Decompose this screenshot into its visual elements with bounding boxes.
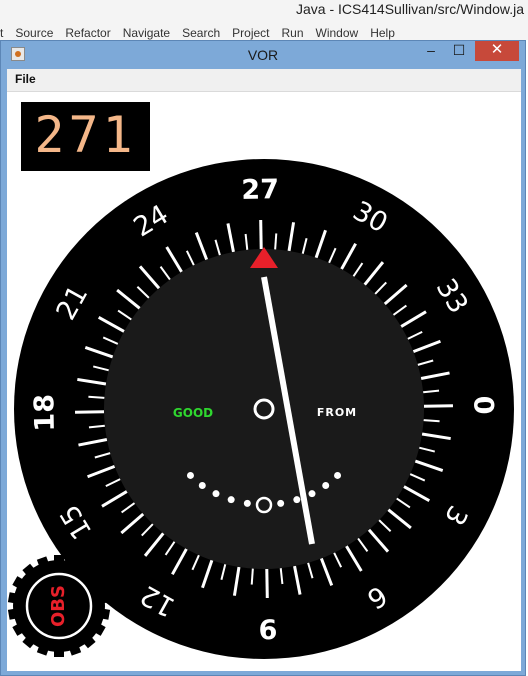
vor-window: VOR – ☐ ✕ File 271 0 3 6 9 12 15 18 21 24 27 30 33 … [0,40,526,676]
menu-file[interactable]: File [15,72,36,86]
ide-menu-item[interactable]: Search [182,26,220,40]
minimize-button[interactable]: – [417,41,445,61]
maximize-button[interactable]: ☐ [445,41,473,61]
deflection-dot [277,499,285,507]
ide-menu-item[interactable]: Help [370,26,395,40]
obs-knob-tooth[interactable] [54,647,64,657]
obs-label: OBS [48,585,69,627]
compass-tick [75,410,105,414]
compass-tick [274,233,278,250]
ide-menubar: t Source Refactor Navigate Search Projec… [0,26,407,40]
ring-label: 9 [258,612,277,643]
obs-knob-tooth[interactable] [54,555,64,565]
obs-knob-tooth[interactable] [7,608,20,620]
compass-tick [259,220,263,250]
ide-menu-item[interactable]: Project [232,26,269,40]
deflection-dot [322,482,330,490]
ide-window-title: Java - ICS414Sullivan/src/Window.ja [296,1,524,17]
close-button[interactable]: ✕ [475,41,519,61]
instrument-face [104,249,424,569]
deflection-dot [243,499,251,507]
ring-label: 0 [467,396,498,415]
deflection-dot [227,496,235,504]
obs-knob[interactable]: OBS [7,555,111,657]
ide-menu-item[interactable]: Window [316,26,359,40]
deflection-dot [198,482,206,490]
ide-menu-item[interactable]: Source [15,26,53,40]
compass-tick [265,568,269,598]
to-from-flag: FROM [317,406,357,419]
deflection-dot [186,471,194,479]
obs-knob-tooth[interactable] [98,592,111,604]
compass-tick [250,568,254,585]
compass-tick [88,395,105,399]
ring-label: 18 [29,394,61,432]
deflection-dot [293,496,301,504]
ide-menu-item[interactable]: Navigate [123,26,170,40]
obs-knob-tooth[interactable] [7,592,20,604]
ide-menu-item[interactable]: t [0,26,3,40]
deflection-dot [334,471,342,479]
deflection-dot [308,490,316,498]
menubar: File [7,69,521,92]
compass-tick [423,419,440,423]
ide-menu-item[interactable]: Refactor [65,26,110,40]
ide-background: t Source Refactor Navigate Search Projec… [0,0,528,40]
vor-instrument: 03691215182124273033 GOOD FROM OBS [7,159,514,659]
compass-tick [423,404,453,408]
ide-menu-item[interactable]: Run [282,26,304,40]
ring-label: 27 [241,174,279,206]
window-titlebar[interactable]: VOR – ☐ ✕ [1,41,525,69]
signal-flag: GOOD [173,406,213,420]
obs-knob-tooth[interactable] [98,608,111,620]
content-pane: 271 0 3 6 9 12 15 18 21 24 27 30 33 GOOD FROM OBS [7,92,521,671]
deflection-dot [212,490,220,498]
